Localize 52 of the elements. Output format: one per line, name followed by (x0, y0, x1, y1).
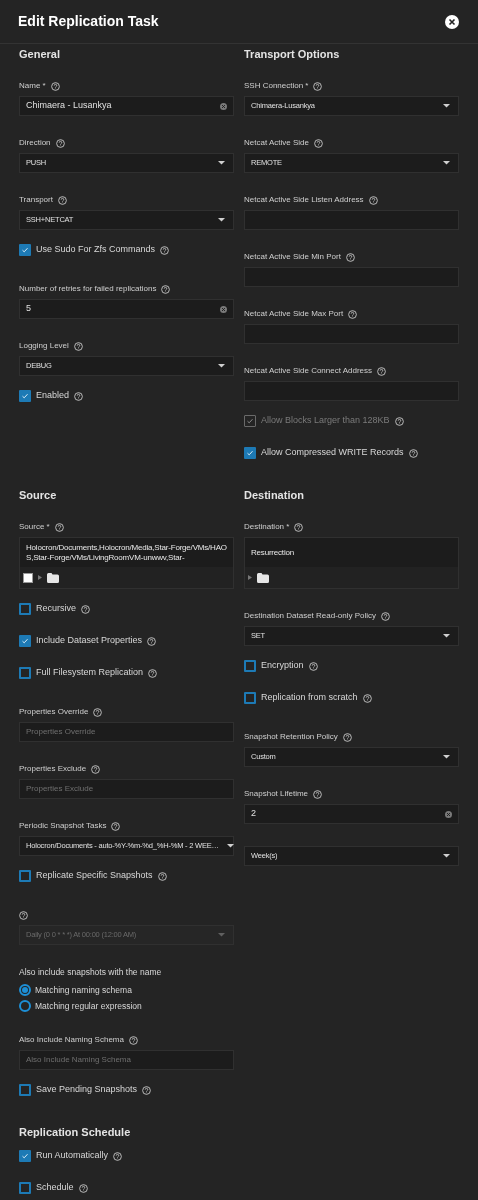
field-label: Source * (19, 522, 50, 532)
radio-label: Matching regular expression (35, 999, 142, 1013)
field-label: Netcat Active Side Max Port (244, 309, 344, 319)
group-label: Also include snapshots with the name (19, 967, 163, 978)
checkbox-label: Allow Blocks Larger than 128KB (261, 414, 390, 428)
checkbox-label: Allow Compressed WRITE Records (261, 446, 404, 460)
field-label: Snapshot Lifetime (244, 789, 309, 799)
checkbox-label: Enabled (36, 389, 70, 403)
radio-label: Matching naming schema (35, 983, 132, 997)
path-text: Holocron/Documents,Holocron/Media,Star-Forge/VMs/HAOS,Star-Forge/VMs/LivingRoomVM-unwwv,Star- (26, 542, 227, 563)
path-text: Resurrection (251, 547, 294, 558)
checkbox-label: Replicate Specific Snapshots (36, 869, 153, 883)
section-heading: Replication Schedule (19, 1125, 132, 1139)
checkbox-label: Schedule (36, 1181, 74, 1195)
checkbox-label: Include Dataset Properties (36, 634, 143, 648)
section-heading: Destination (244, 488, 305, 502)
field-label: Properties Override (19, 707, 89, 717)
section-heading: Source (19, 488, 58, 502)
text-field[interactable]: Chimaera - Lusankya (19, 96, 234, 116)
field-label: Netcat Active Side Listen Address (244, 195, 364, 205)
checkbox-label: Use Sudo For Zfs Commands (36, 243, 156, 257)
field-label: Snapshot Retention Policy (244, 732, 338, 742)
field-label: Destination Dataset Read-only Policy (244, 611, 377, 621)
text-field[interactable]: Also Include Naming Schema (19, 1050, 234, 1070)
field-label: Direction (19, 138, 51, 148)
checkbox-label: Recursive (36, 602, 76, 616)
explorer-box[interactable]: Resurrection (244, 537, 459, 589)
field-label: SSH Connection * (244, 81, 309, 91)
field-label: Properties Exclude (19, 764, 87, 774)
text-field[interactable]: Properties Override (19, 722, 234, 742)
checkbox-label: Replication from scratch (261, 691, 358, 705)
section-heading: Transport Options (244, 47, 341, 61)
checkbox-label: Encryption (261, 659, 304, 673)
field-label: Logging Level (19, 341, 69, 351)
field-label: Netcat Active Side (244, 138, 309, 148)
text-field[interactable]: 2 (244, 804, 459, 824)
checkbox-label: Save Pending Snapshots (36, 1083, 138, 1097)
checkbox-label: Full Filesystem Replication (36, 666, 144, 680)
field-label: Transport (19, 195, 53, 205)
section-heading: General (19, 47, 61, 61)
text-field[interactable]: Properties Exclude (19, 779, 234, 799)
field-label: Destination * (244, 522, 290, 532)
explorer-box[interactable]: Holocron/Documents,Holocron/Media,Star-Forge/VMs/HAOS,Star-Forge/VMs/LivingRoomVM-unwwv,Star- (19, 537, 234, 589)
checkbox-label: Run Automatically (36, 1149, 109, 1163)
text-field[interactable]: 5 (19, 299, 234, 319)
dialog-title: Edit Replication Task (18, 12, 159, 31)
field-label: Periodic Snapshot Tasks (19, 821, 107, 831)
field-label: Name * (19, 81, 46, 91)
field-label: Netcat Active Side Min Port (244, 252, 341, 262)
field-label: Netcat Active Side Connect Address (244, 366, 373, 376)
field-label: Also Include Naming Schema (19, 1035, 124, 1045)
field-label: Number of retries for failed replications (19, 284, 157, 294)
